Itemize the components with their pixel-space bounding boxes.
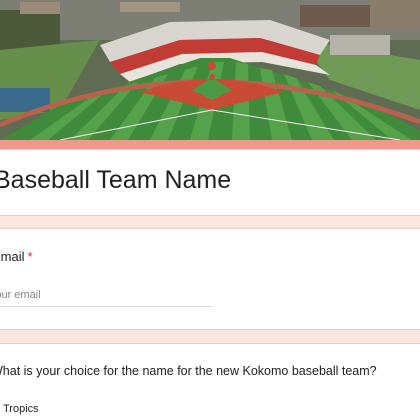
email-label-text: Email — [0, 249, 25, 264]
email-question-card: Email* — [0, 228, 420, 330]
email-question-label: Email* — [0, 249, 33, 264]
form-header-card: Baseball Team Name — [0, 149, 420, 216]
stadium-aerial-photo — [0, 0, 420, 140]
option-tropics[interactable]: Tropics — [0, 401, 39, 417]
email-field[interactable] — [0, 287, 213, 307]
theme-accent-band — [0, 140, 420, 149]
form-title: Baseball Team Name — [0, 166, 232, 194]
required-asterisk: * — [27, 249, 33, 264]
header-image — [0, 0, 420, 140]
team-name-question-label: What is your choice for the name for the… — [0, 364, 377, 378]
option-label: Tropics — [3, 403, 39, 415]
team-name-question-card: What is your choice for the name for the… — [0, 343, 420, 420]
